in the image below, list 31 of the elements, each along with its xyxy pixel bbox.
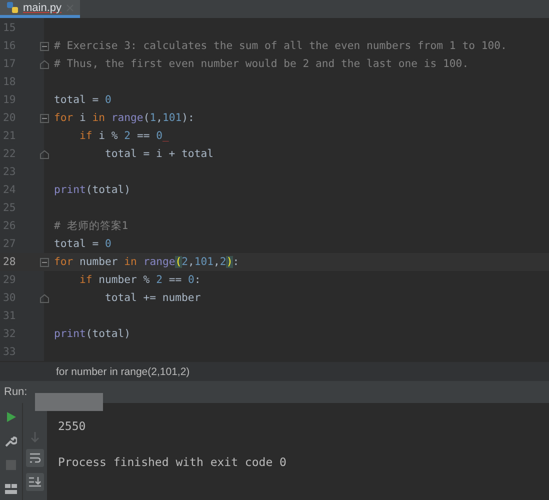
fold-icon[interactable]: [40, 114, 49, 122]
code-line: print(total): [54, 328, 131, 340]
wrench-icon[interactable]: [5, 435, 17, 447]
code-line: total = 0: [54, 238, 112, 250]
line-number: 28: [2, 256, 17, 268]
layout-icon[interactable]: [5, 483, 17, 495]
code-line: total = i + total: [104, 148, 214, 160]
code-line: # 老师的答案1: [54, 219, 128, 233]
fold-icon[interactable]: [40, 258, 49, 266]
code-line: if i % 2 == 0_: [78, 130, 169, 142]
exit-message: Process finished with exit code 0: [58, 455, 286, 471]
run-icon[interactable]: [5, 411, 17, 423]
code-line: total = 0: [54, 94, 112, 106]
fold-end-icon[interactable]: [40, 294, 49, 302]
run-label: Run:: [4, 386, 28, 398]
breadcrumb[interactable]: for number in range(2,101,2): [56, 366, 190, 378]
code-line: total += number: [104, 292, 201, 304]
code-line: # Thus, the first even number would be 2 and the last one is 100.: [54, 58, 469, 70]
fold-end-icon[interactable]: [40, 150, 49, 158]
code-line: # Exercise 3: calculates the sum of all the even numbers from 1 to 100.: [54, 40, 507, 52]
scroll-to-end-icon[interactable]: [26, 473, 44, 491]
fold-end-icon[interactable]: [40, 60, 49, 68]
python-file-icon: [6, 1, 19, 14]
fold-icon[interactable]: [40, 42, 49, 50]
code-line: print(total): [54, 184, 131, 196]
file-tab[interactable]: main.py: [0, 0, 80, 18]
soft-wrap-icon[interactable]: [26, 449, 44, 467]
console-output: 2550: [58, 419, 87, 435]
code-line: for number in range(2,101,2):: [54, 256, 240, 268]
code-line: for i in range(1,101):: [54, 112, 194, 124]
code-line: if number % 2 == 0:: [78, 274, 201, 286]
